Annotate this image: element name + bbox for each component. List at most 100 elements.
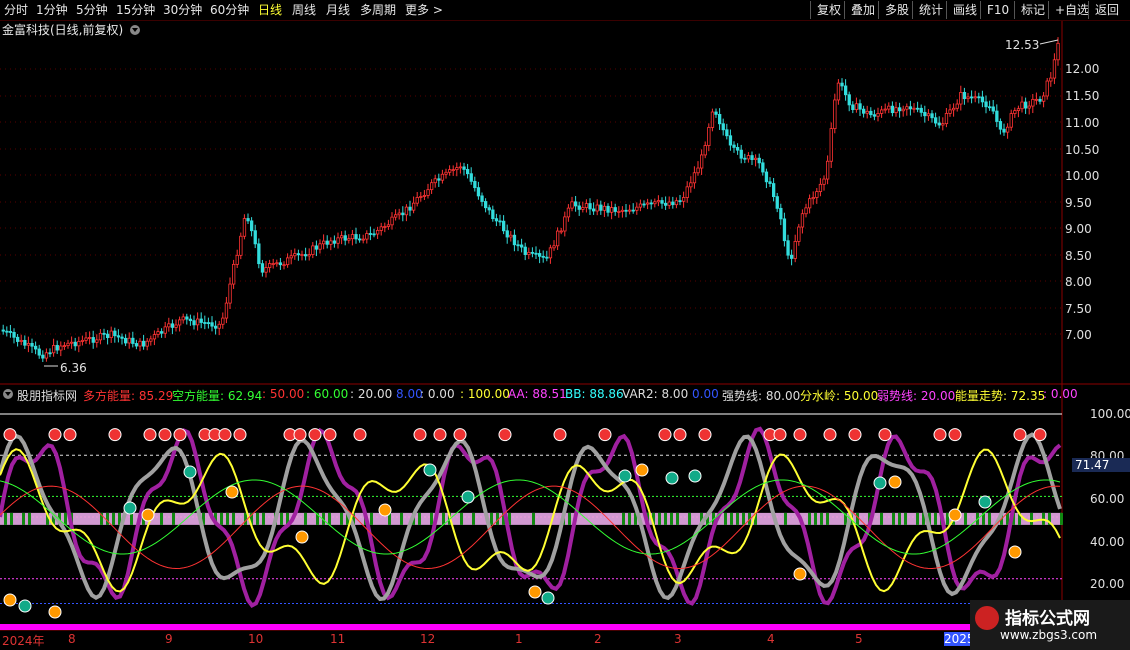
candle-body [948, 109, 952, 114]
candle-body [127, 337, 131, 344]
candle-body [167, 323, 171, 328]
candle-body [548, 247, 553, 259]
indicator-item: BB: 88.86 [565, 387, 624, 401]
candle-body [221, 317, 225, 325]
candle-body [595, 204, 599, 212]
candle-body [267, 263, 272, 268]
band-tick [1060, 512, 1063, 525]
candle-body [624, 209, 628, 212]
candle-body [977, 96, 981, 99]
watermark-url: www.zbgs3.com [1000, 628, 1098, 642]
band-tick [130, 512, 133, 525]
signal-ball-icon [323, 428, 337, 442]
band-tick [856, 512, 859, 525]
candle-body [473, 180, 477, 189]
candle-body [750, 155, 754, 160]
indicator-item: 空方能量: 62.94 [172, 389, 263, 403]
candle-body [149, 338, 153, 342]
candle-body [566, 207, 571, 218]
candle-body [815, 191, 819, 198]
tab-15min[interactable]: 15分钟 [116, 2, 155, 18]
x-axis-label: 1 [515, 632, 523, 646]
indicator-item: 分水岭: 50.00 [800, 389, 879, 403]
candle-body [995, 110, 999, 122]
candle-body [52, 345, 56, 354]
candle-body [249, 220, 254, 232]
indicator-item: : 0.00 [1043, 387, 1078, 401]
indicator-axis-label: 60.00 [1090, 492, 1125, 506]
tab-weekly[interactable]: 周线 [292, 2, 316, 18]
signal-ball-icon [1033, 428, 1047, 442]
chart-canvas[interactable] [0, 0, 1130, 650]
stats-button[interactable]: 统计 [912, 1, 943, 19]
candle-body [361, 238, 365, 241]
overlay-button[interactable]: 叠加 [844, 1, 875, 19]
indicator-menu-icon[interactable] [3, 389, 13, 399]
band-tick [106, 512, 109, 525]
tab-30min[interactable]: 30分钟 [163, 2, 202, 18]
candle-body [84, 337, 88, 341]
candle-body [257, 243, 261, 265]
signal-marker-icon [18, 599, 32, 613]
tab-60min[interactable]: 60分钟 [210, 2, 249, 18]
candle-body [912, 107, 916, 110]
candle-body [592, 208, 596, 212]
signal-ball-icon [3, 428, 17, 442]
candle-body [674, 200, 679, 206]
candle-body [696, 167, 700, 174]
candle-body [552, 245, 556, 249]
add-watchlist-button[interactable]: +自选 [1048, 1, 1089, 19]
tab-timeshare[interactable]: 分时 [4, 2, 28, 18]
candle-body [44, 352, 49, 359]
candle-body [840, 82, 844, 87]
back-button[interactable]: 返回 [1088, 1, 1119, 19]
signal-ball-icon [1013, 428, 1027, 442]
candle-body [501, 220, 506, 232]
tab-more[interactable]: 更多 > [405, 2, 443, 18]
signal-marker-icon [618, 469, 632, 483]
candle-body [408, 206, 412, 211]
tab-daily[interactable]: 日线 [258, 2, 282, 18]
candle-body [646, 202, 650, 205]
candle-body [1034, 98, 1039, 101]
bookmark-button[interactable]: 标记 [1014, 1, 1045, 19]
candle-body [653, 201, 657, 205]
candle-body [1038, 98, 1042, 102]
tab-5min[interactable]: 5分钟 [76, 2, 108, 18]
multi-stock-button[interactable]: 多股 [878, 1, 909, 19]
tab-1min[interactable]: 1分钟 [36, 2, 68, 18]
tab-multi-period[interactable]: 多周期 [360, 2, 396, 18]
draw-line-button[interactable]: 画线 [946, 1, 977, 19]
candle-body [793, 241, 797, 259]
candle-body [606, 205, 610, 213]
candle-body [303, 254, 308, 257]
candle-body [282, 264, 286, 267]
candle-body [588, 203, 592, 210]
band-tick [622, 512, 625, 525]
chevron-down-icon[interactable] [130, 25, 140, 35]
band-tick [430, 512, 433, 525]
candle-body [48, 352, 52, 355]
indicator-name[interactable]: 股朋指标网 [17, 387, 77, 404]
x-axis-label: 10 [248, 632, 264, 646]
candle-body [980, 96, 985, 103]
signal-ball-icon [933, 428, 947, 442]
candle-body [642, 203, 646, 206]
candle-body [401, 212, 405, 216]
candle-body [577, 205, 581, 210]
band-tick [112, 512, 115, 525]
band-tick [664, 512, 667, 525]
candle-body [30, 343, 34, 347]
candle-body [656, 200, 661, 203]
candle-body [375, 230, 380, 235]
restore-right-button[interactable]: 复权 [810, 1, 841, 19]
candle-body [188, 318, 193, 322]
tab-monthly[interactable]: 月线 [326, 2, 350, 18]
f10-button[interactable]: F10 [980, 1, 1009, 19]
candle-body [689, 182, 693, 188]
candle-body [318, 243, 322, 250]
signal-marker-icon [635, 463, 649, 477]
indicator-axis-label: 100.00 [1090, 407, 1130, 421]
signal-marker-icon [541, 591, 555, 605]
candle-body [527, 251, 531, 255]
